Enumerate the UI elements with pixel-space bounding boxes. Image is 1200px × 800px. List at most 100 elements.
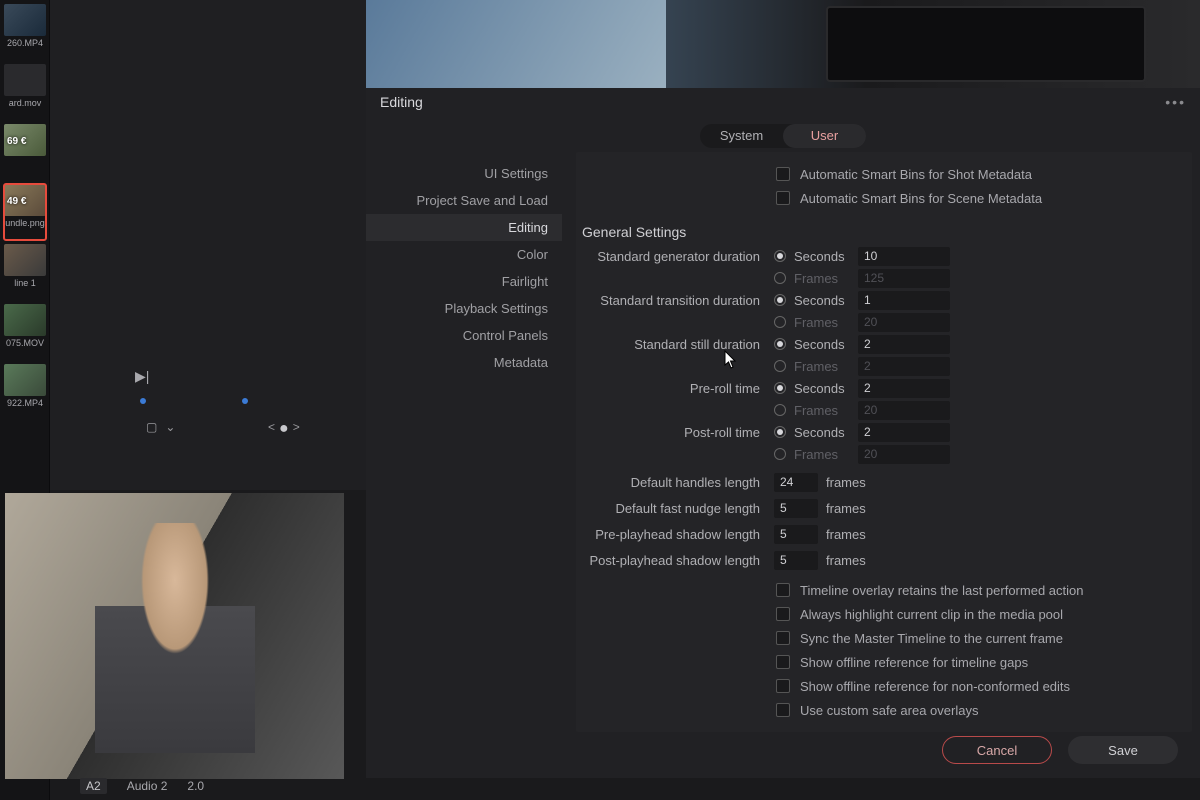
radio-seconds[interactable] bbox=[774, 338, 786, 350]
radio-seconds[interactable] bbox=[774, 250, 786, 262]
frames-input[interactable] bbox=[858, 269, 950, 288]
frames-value-input[interactable] bbox=[774, 525, 818, 544]
checkbox[interactable] bbox=[776, 607, 790, 621]
field-label: Pre-roll time bbox=[576, 381, 774, 396]
field-label: Post-playhead shadow length bbox=[576, 553, 774, 568]
checkbox[interactable] bbox=[776, 679, 790, 693]
frames-value-input[interactable] bbox=[774, 473, 818, 492]
crop-icon[interactable]: ▢ bbox=[146, 420, 157, 434]
tab-user[interactable]: User bbox=[783, 124, 866, 148]
field-label: Standard generator duration bbox=[576, 249, 774, 264]
dialog-menu-icon[interactable]: ••• bbox=[1165, 94, 1186, 110]
timeline-track: A2 Audio 2 2.0 bbox=[80, 776, 366, 796]
webcam-pip bbox=[5, 493, 344, 779]
unit-suffix: frames bbox=[826, 501, 866, 516]
field-label: Standard still duration bbox=[576, 337, 774, 352]
radio-label: Seconds bbox=[794, 293, 845, 308]
checkbox[interactable] bbox=[776, 631, 790, 645]
checkbox[interactable] bbox=[776, 703, 790, 717]
field-label: Default handles length bbox=[576, 475, 774, 490]
radio-seconds[interactable] bbox=[774, 294, 786, 306]
checkbox-smartbins-shot[interactable] bbox=[776, 167, 790, 181]
unit-suffix: frames bbox=[826, 475, 866, 490]
track-label: Audio 2 bbox=[127, 779, 168, 793]
radio-label: Frames bbox=[794, 403, 838, 418]
radio-label: Frames bbox=[794, 359, 838, 374]
save-button[interactable]: Save bbox=[1068, 736, 1178, 764]
category-item[interactable]: Control Panels bbox=[366, 322, 562, 349]
checkbox-label: Always highlight current clip in the med… bbox=[800, 607, 1063, 622]
chevron-down-icon[interactable]: ⌄ bbox=[165, 420, 175, 434]
checkbox-label: Automatic Smart Bins for Scene Metadata bbox=[800, 191, 1042, 206]
track-meter: 2.0 bbox=[187, 779, 204, 793]
viewer-area: ▶| ▢ ⌄ <●> bbox=[50, 0, 366, 490]
radio-frames[interactable] bbox=[774, 272, 786, 284]
radio-seconds[interactable] bbox=[774, 382, 786, 394]
category-item[interactable]: Editing bbox=[366, 214, 562, 241]
field-label: Default fast nudge length bbox=[576, 501, 774, 516]
seconds-input[interactable] bbox=[858, 335, 950, 354]
category-item[interactable]: Color bbox=[366, 241, 562, 268]
unit-suffix: frames bbox=[826, 527, 866, 542]
checkbox-label: Automatic Smart Bins for Shot Metadata bbox=[800, 167, 1032, 182]
radio-frames[interactable] bbox=[774, 360, 786, 372]
radio-label: Frames bbox=[794, 315, 838, 330]
tab-system[interactable]: System bbox=[700, 124, 783, 148]
radio-label: Seconds bbox=[794, 425, 845, 440]
category-item[interactable]: Project Save and Load bbox=[366, 187, 562, 214]
checkbox-label: Show offline reference for non-conformed… bbox=[800, 679, 1070, 694]
checkbox-label: Sync the Master Timeline to the current … bbox=[800, 631, 1063, 646]
category-item[interactable]: Metadata bbox=[366, 349, 562, 376]
checkbox-label: Show offline reference for timeline gaps bbox=[800, 655, 1028, 670]
seconds-input[interactable] bbox=[858, 379, 950, 398]
media-clip[interactable]: 49 €undle.png bbox=[4, 184, 46, 240]
radio-label: Frames bbox=[794, 271, 838, 286]
seconds-input[interactable] bbox=[858, 247, 950, 266]
checkbox-label: Timeline overlay retains the last perfor… bbox=[800, 583, 1083, 598]
frames-input[interactable] bbox=[858, 445, 950, 464]
field-label: Post-roll time bbox=[576, 425, 774, 440]
radio-frames[interactable] bbox=[774, 448, 786, 460]
media-clip[interactable]: 922.MP4 bbox=[4, 364, 46, 420]
media-clip[interactable]: line 1 bbox=[4, 244, 46, 300]
radio-frames[interactable] bbox=[774, 316, 786, 328]
checkbox-label: Use custom safe area overlays bbox=[800, 703, 978, 718]
scrub-bar[interactable] bbox=[140, 392, 400, 398]
section-title: General Settings bbox=[582, 224, 1182, 240]
preferences-dialog: Editing ••• System User UI SettingsProje… bbox=[366, 88, 1200, 778]
unit-suffix: frames bbox=[826, 553, 866, 568]
media-clip[interactable]: ard.mov bbox=[4, 64, 46, 120]
frames-input[interactable] bbox=[858, 313, 950, 332]
radio-label: Seconds bbox=[794, 249, 845, 264]
media-clip[interactable]: 075.MOV bbox=[4, 304, 46, 360]
checkbox-smartbins-scene[interactable] bbox=[776, 191, 790, 205]
field-label: Pre-playhead shadow length bbox=[576, 527, 774, 542]
radio-seconds[interactable] bbox=[774, 426, 786, 438]
frames-input[interactable] bbox=[858, 357, 950, 376]
frames-value-input[interactable] bbox=[774, 499, 818, 518]
category-item[interactable]: UI Settings bbox=[366, 160, 562, 187]
media-clip[interactable]: 69 € bbox=[4, 124, 46, 180]
seconds-input[interactable] bbox=[858, 291, 950, 310]
radio-frames[interactable] bbox=[774, 404, 786, 416]
category-item[interactable]: Fairlight bbox=[366, 268, 562, 295]
frames-input[interactable] bbox=[858, 401, 950, 420]
category-list: UI SettingsProject Save and LoadEditingC… bbox=[366, 152, 562, 732]
radio-label: Seconds bbox=[794, 381, 845, 396]
field-label: Standard transition duration bbox=[576, 293, 774, 308]
radio-label: Seconds bbox=[794, 337, 845, 352]
dialog-title: Editing bbox=[380, 94, 423, 110]
top-preview-strip bbox=[366, 0, 1200, 88]
frames-value-input[interactable] bbox=[774, 551, 818, 570]
checkbox[interactable] bbox=[776, 583, 790, 597]
radio-label: Frames bbox=[794, 447, 838, 462]
nav-arrows[interactable]: <●> bbox=[268, 420, 304, 438]
category-item[interactable]: Playback Settings bbox=[366, 295, 562, 322]
media-clip[interactable]: 260.MP4 bbox=[4, 4, 46, 60]
cancel-button[interactable]: Cancel bbox=[942, 736, 1052, 764]
scope-tabs: System User bbox=[700, 124, 866, 148]
track-id: A2 bbox=[80, 778, 107, 794]
skip-forward-icon[interactable]: ▶| bbox=[135, 368, 149, 385]
seconds-input[interactable] bbox=[858, 423, 950, 442]
checkbox[interactable] bbox=[776, 655, 790, 669]
